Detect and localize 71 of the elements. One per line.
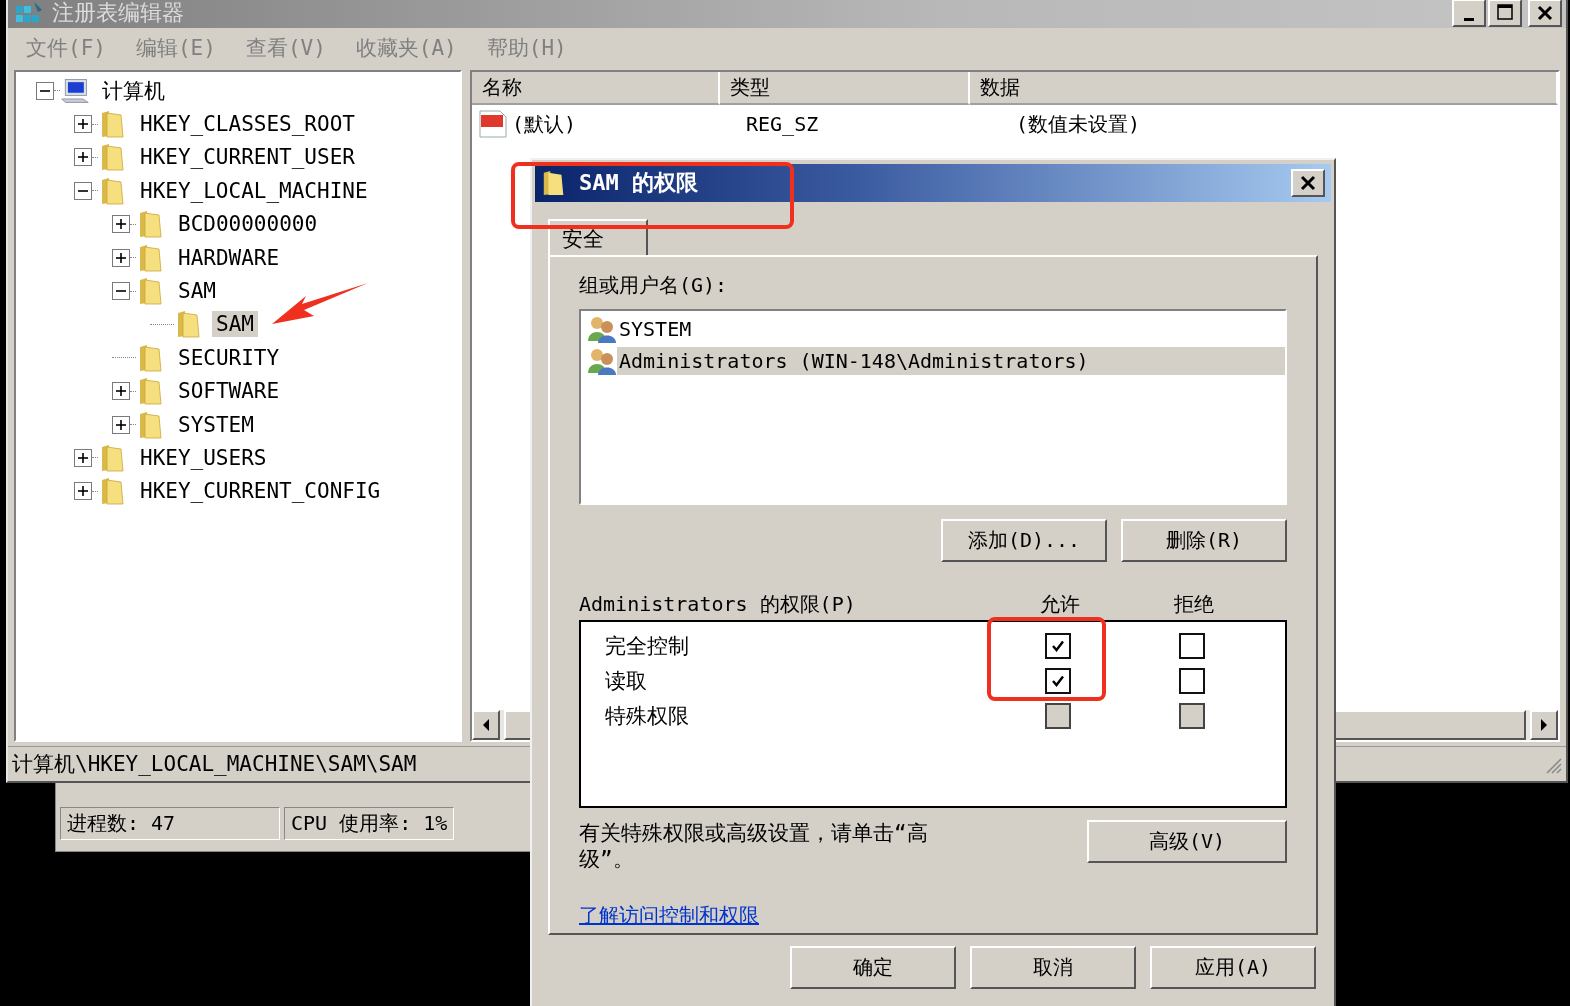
- hint-text: 有关特殊权限或高级设置，请单击“高级”。: [579, 820, 929, 872]
- scroll-right-button[interactable]: [1530, 710, 1558, 740]
- right-arrow-icon: [1539, 718, 1549, 732]
- column-header[interactable]: 类型: [720, 72, 970, 105]
- tree-item[interactable]: 计算机: [98, 75, 169, 106]
- tree-item[interactable]: SAM: [212, 311, 258, 338]
- expand-icon[interactable]: [74, 115, 92, 134]
- users-icon: [587, 315, 617, 343]
- left-arrow-icon: [481, 718, 491, 732]
- tree-item[interactable]: HKEY_CLASSES_ROOT: [136, 111, 359, 138]
- dialog-button[interactable]: 取消: [970, 946, 1136, 989]
- tree-item[interactable]: HARDWARE: [174, 244, 284, 271]
- status-text: 计算机\HKEY_LOCAL_MACHINE\SAM\SAM: [12, 751, 417, 778]
- close-icon: [1298, 173, 1318, 193]
- value-name: (默认): [512, 110, 577, 138]
- table-cell-text: (数值未设置): [1015, 110, 1142, 138]
- tree-item[interactable]: HKEY_LOCAL_MACHINE: [136, 177, 372, 204]
- tree-item[interactable]: BCD00000000: [174, 211, 322, 238]
- tree-item[interactable]: HKEY_USERS: [136, 445, 271, 471]
- list-item[interactable]: Administrators (WIN-148\Administrators): [617, 347, 1285, 375]
- tree-item[interactable]: SYSTEM: [174, 411, 258, 438]
- dialog-button[interactable]: 应用(A): [1150, 946, 1316, 989]
- tree-item[interactable]: SECURITY: [174, 344, 284, 371]
- scroll-left-button[interactable]: [472, 710, 500, 740]
- tree-item[interactable]: HKEY_CURRENT_USER: [136, 144, 359, 171]
- expand-icon[interactable]: [74, 482, 92, 501]
- column-header: 拒绝: [1173, 590, 1215, 618]
- advanced-button[interactable]: 高级(V): [1087, 820, 1287, 863]
- minimize-button[interactable]: [1452, 0, 1486, 27]
- field-label: Administrators 的权限(P): [579, 590, 857, 618]
- close-button[interactable]: [1528, 0, 1562, 27]
- field-label: 组或用户名(G):: [579, 272, 729, 299]
- expand-icon[interactable]: [112, 215, 130, 234]
- tree-item[interactable]: SOFTWARE: [174, 378, 284, 405]
- status-cell: CPU 使用率: 1%: [284, 807, 455, 840]
- maximize-button[interactable]: [1488, 0, 1522, 27]
- tree-item[interactable]: SAM: [174, 278, 220, 305]
- expand-icon[interactable]: [112, 415, 130, 434]
- expand-icon[interactable]: [112, 248, 130, 267]
- column-header[interactable]: 数据: [970, 72, 1558, 105]
- column-header[interactable]: 名称: [472, 72, 720, 105]
- expand-icon[interactable]: [74, 449, 92, 467]
- checkbox[interactable]: [1045, 667, 1071, 694]
- checkbox[interactable]: [1179, 632, 1205, 659]
- expand-icon[interactable]: [112, 382, 130, 401]
- checkbox[interactable]: [1179, 667, 1205, 694]
- close-icon: [1535, 3, 1555, 23]
- string-value-icon: [478, 109, 508, 139]
- collapse-icon[interactable]: [112, 282, 130, 301]
- permission-label: 完全控制: [604, 632, 690, 660]
- checkbox[interactable]: [1045, 632, 1071, 659]
- dialog-button[interactable]: 添加(D)...: [941, 519, 1107, 562]
- window-title: 注册表编辑器: [52, 0, 184, 27]
- users-icon: [587, 347, 617, 375]
- collapse-icon[interactable]: [74, 181, 92, 200]
- expand-icon[interactable]: [74, 148, 92, 167]
- table-cell-text: REG_SZ: [745, 112, 820, 136]
- minimize-icon: [1464, 17, 1474, 21]
- maximize-icon: [1495, 3, 1515, 23]
- collapse-icon[interactable]: [36, 81, 54, 100]
- status-cell: 进程数: 47: [60, 807, 280, 840]
- permission-label: 特殊权限: [604, 702, 690, 730]
- list-item[interactable]: SYSTEM: [617, 315, 1285, 343]
- close-button[interactable]: [1291, 169, 1325, 197]
- dialog-button[interactable]: 删除(R): [1121, 519, 1287, 562]
- dialog-button[interactable]: 确定: [790, 946, 956, 989]
- tree-item[interactable]: HKEY_CURRENT_CONFIG: [136, 478, 385, 505]
- help-link[interactable]: 了解访问控制和权限: [579, 902, 759, 929]
- column-header: 允许: [1039, 590, 1081, 618]
- dialog-title: SAM 的权限: [579, 169, 698, 197]
- permission-label: 读取: [604, 667, 648, 695]
